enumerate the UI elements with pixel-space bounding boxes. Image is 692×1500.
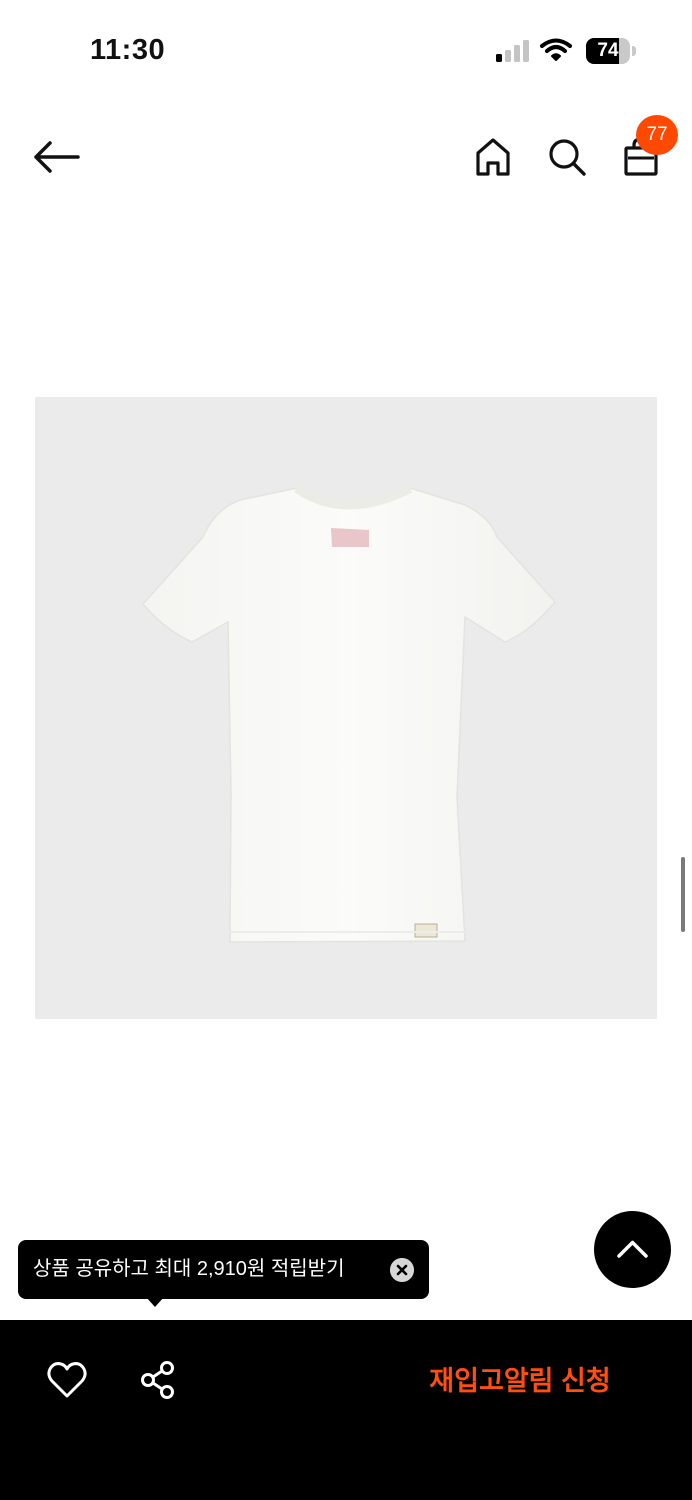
close-icon[interactable] <box>390 1258 414 1282</box>
home-icon[interactable] <box>472 136 514 178</box>
tooltip-text: 상품 공유하고 최대 2,910원 적립받기 <box>33 1258 345 1280</box>
wifi-icon <box>540 38 572 61</box>
status-time: 11:30 <box>90 34 166 66</box>
product-image[interactable] <box>35 397 657 1019</box>
tooltip-arrow <box>146 1297 164 1307</box>
restock-alert-button[interactable]: 재입고알림 신청 <box>400 1358 640 1404</box>
search-icon[interactable] <box>546 136 588 178</box>
share-reward-tooltip: 상품 공유하고 최대 2,910원 적립받기 <box>18 1240 429 1307</box>
status-bar: 11:30 74 <box>0 0 692 100</box>
battery-indicator: 74 <box>586 38 636 64</box>
cart-count-badge: 77 <box>636 115 678 155</box>
chevron-up-icon <box>617 1240 648 1258</box>
top-navigation <box>0 110 692 200</box>
scrollbar[interactable] <box>681 857 685 932</box>
share-icon[interactable] <box>138 1360 178 1400</box>
bottom-action-bar: 재입고알림 신청 <box>0 1320 692 1500</box>
tshirt-product-photo <box>142 483 556 943</box>
heart-icon[interactable] <box>46 1360 88 1400</box>
battery-level: 74 <box>597 40 619 61</box>
cellular-signal-icon <box>496 40 529 62</box>
scroll-to-top-button[interactable] <box>594 1211 671 1288</box>
arrow-left-icon[interactable] <box>30 140 82 174</box>
